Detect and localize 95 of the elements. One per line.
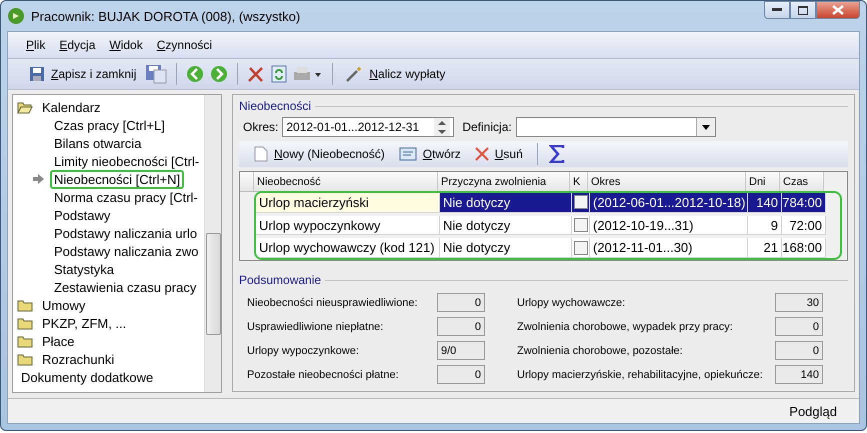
table-cell: Nie dotyczy xyxy=(440,238,572,258)
back-icon[interactable] xyxy=(186,65,204,83)
table-cell: Nie dotyczy xyxy=(440,216,572,236)
column-header[interactable]: K xyxy=(570,172,588,192)
tree-item[interactable]: Nieobecności [Ctrl+N] xyxy=(50,170,184,188)
forward-icon[interactable] xyxy=(210,65,228,83)
table-cell: 72:00 xyxy=(782,216,826,236)
tree-item[interactable]: Statystyka xyxy=(50,260,118,278)
tree-item[interactable]: Kalendarz xyxy=(38,98,105,116)
summary-label: Urlopy wychowawcze: xyxy=(517,296,626,308)
cross-icon xyxy=(474,147,489,161)
column-header[interactable]: Nieobecność xyxy=(254,172,438,192)
column-header[interactable]: Okres xyxy=(588,172,746,192)
summary-label: Usprawiedliwione niepłatne: xyxy=(247,320,384,332)
table-cell: 784:00 xyxy=(782,193,826,213)
table-cell: 9 xyxy=(748,216,782,236)
menu-item[interactable]: Widok xyxy=(109,38,143,52)
summary-value: 30 xyxy=(775,293,823,312)
spin-down-icon[interactable] xyxy=(438,130,446,134)
summary-label: Nieobecności nieusprawiedliwione: xyxy=(247,296,419,308)
window-title: Pracownik: BUJAK DOROTA (008), (wszystko) xyxy=(31,8,300,24)
table-cell: (2012-06-01...2012-10-18) xyxy=(590,193,748,213)
tree-item[interactable]: Bilans otwarcia xyxy=(50,134,146,152)
tree-item[interactable]: Zestawienia czasu pracy xyxy=(50,278,200,296)
tree-item[interactable]: Umowy xyxy=(38,296,90,314)
scrollbar[interactable] xyxy=(204,95,221,392)
table-cell: Nie dotyczy xyxy=(440,193,572,213)
table-cell: 168:00 xyxy=(782,238,826,258)
minimize-button[interactable] xyxy=(764,1,790,19)
magic-wand-icon xyxy=(345,65,364,83)
tree-item[interactable]: Rozrachunki xyxy=(38,350,118,368)
arrow-icon xyxy=(33,174,44,184)
app-icon xyxy=(7,7,25,25)
summary-value: 0 xyxy=(437,365,485,384)
delete-button[interactable]: Usuń xyxy=(472,145,526,163)
table-cell: 21 xyxy=(748,238,782,258)
summary-label: Pozostałe nieobecności płatne: xyxy=(247,368,400,380)
tree-item[interactable]: Podstawy xyxy=(50,206,114,224)
field-label: Okres: xyxy=(243,120,278,134)
printer-icon[interactable] xyxy=(293,65,324,83)
dropdown-arrow-icon[interactable] xyxy=(702,124,710,130)
table-cell: (2012-11-01...30) xyxy=(590,238,748,258)
menu-item[interactable]: Plik xyxy=(26,38,46,52)
summary-value: 9/0 xyxy=(437,341,485,360)
tree-item[interactable]: Dokumenty dodatkowe xyxy=(17,368,158,386)
form-icon xyxy=(398,147,417,161)
document-icon xyxy=(254,146,268,162)
checkbox[interactable] xyxy=(574,195,588,210)
save-close-button[interactable]: Zapisz i zamknij xyxy=(26,64,140,84)
column-header[interactable]: Czas xyxy=(780,172,824,192)
table-cell: (2012-10-19...31) xyxy=(590,216,748,236)
summary-value: 0 xyxy=(775,341,823,360)
tree-item[interactable]: Norma czasu pracy [Ctrl- xyxy=(50,188,202,206)
table-cell: Urlop wychowawczy (kod 121) xyxy=(256,238,440,258)
tree-item[interactable]: PKZP, ZFM, ... xyxy=(38,314,130,332)
tree-item[interactable]: Podstawy naliczania urlo xyxy=(50,224,202,242)
summary-label: Zwolnienia chorobowe, wypadek przy pracy: xyxy=(517,320,734,332)
checkbox[interactable] xyxy=(574,218,588,232)
tree-item[interactable]: Podstawy naliczania zwo xyxy=(50,242,203,260)
section-title: Nieobecności xyxy=(239,99,848,113)
new-button[interactable]: Nowy (Nieobecność) xyxy=(251,144,388,164)
column-header[interactable]: Przyczyna zwolnienia xyxy=(438,172,570,192)
section-title: Podsumowanie xyxy=(239,273,848,287)
save-icon[interactable] xyxy=(145,64,168,84)
sum-icon[interactable] xyxy=(548,145,565,163)
summary-value: 0 xyxy=(775,317,823,336)
table-cell: Urlop macierzyński xyxy=(256,193,440,213)
column-header[interactable]: Dni xyxy=(746,172,780,192)
menu-item[interactable]: Edycja xyxy=(59,38,96,52)
checkbox[interactable] xyxy=(574,240,588,255)
close-icon xyxy=(832,5,844,15)
summary-value: 0 xyxy=(437,293,485,312)
table-cell: Urlop wypoczynkowy xyxy=(256,216,440,236)
summary-label: Urlopy macierzyńskie, rehabilitacyjne, opiekuńcze: xyxy=(517,368,764,380)
menu-item[interactable]: Czynności xyxy=(156,38,212,52)
maximize-button[interactable] xyxy=(790,1,816,19)
summary-label: Urlopy wypoczynkowe: xyxy=(247,344,360,356)
close-button[interactable] xyxy=(816,1,860,19)
summary-value: 140 xyxy=(775,365,823,384)
spin-up-icon[interactable] xyxy=(438,120,446,124)
refresh-icon[interactable] xyxy=(271,65,288,83)
minimize-icon xyxy=(772,8,782,12)
status-text: Podgląd xyxy=(789,404,837,418)
maximize-icon xyxy=(798,6,808,14)
summary-label: Zwolnienia chorobowe, pozostałe: xyxy=(517,344,684,356)
field-label: Definicja: xyxy=(462,120,512,134)
calculate-button[interactable]: Nalicz wypłaty xyxy=(342,63,448,85)
summary-value: 0 xyxy=(437,317,485,336)
period-field[interactable]: 2012-01-01...2012-12-31 xyxy=(282,117,454,137)
open-button[interactable]: Otwórz xyxy=(396,145,464,163)
table-cell: 140 xyxy=(748,193,782,213)
tree-item[interactable]: Czas pracy [Ctrl+L] xyxy=(50,116,169,134)
tree-item[interactable]: Limity nieobecności [Ctrl- xyxy=(50,152,204,170)
header-corner xyxy=(240,172,254,192)
tree-item[interactable]: Płace xyxy=(38,332,79,350)
